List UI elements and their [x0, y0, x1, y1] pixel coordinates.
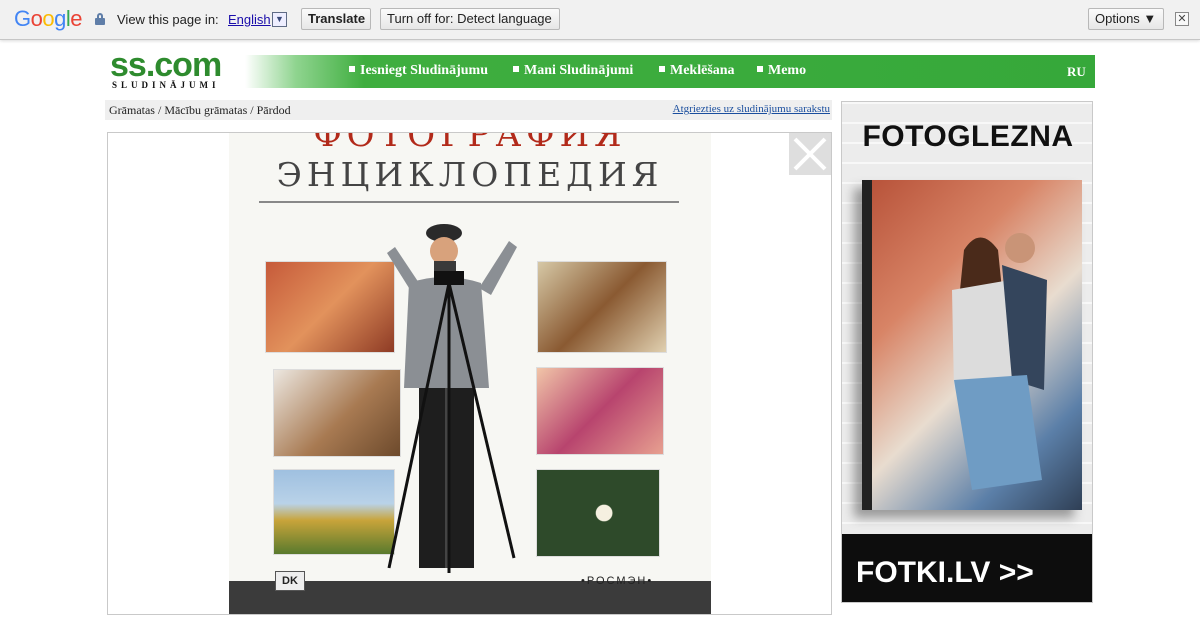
back-to-list-link[interactable]: Atgriezties uz sludinājumu sarakstu: [673, 103, 830, 115]
cover-image-butterfly: [537, 261, 667, 353]
bullet-icon: [349, 65, 355, 72]
nav-label: Memo: [768, 63, 807, 78]
book-title: ЭНЦИКЛОПЕДИЯ: [276, 155, 664, 194]
lock-icon: [95, 13, 105, 25]
nav-memo[interactable]: Memo: [757, 63, 806, 79]
google-logo-letter: o: [30, 6, 43, 31]
turn-off-button[interactable]: Turn off for: Detect language: [380, 8, 560, 30]
couple-figure: [952, 233, 1047, 490]
ad-canvas-image: [862, 180, 1082, 510]
nav-label: Iesniegt Sludinājumu: [360, 63, 488, 78]
google-logo-letter: o: [42, 6, 55, 31]
view-page-label: View this page in:: [117, 12, 219, 27]
site-brand-sub: SLUDINĀJUMI: [112, 80, 220, 90]
breadcrumb: Grāmatas / Mācību grāmatas / Pārdod Atgr…: [105, 100, 832, 120]
google-logo-letter: g: [54, 6, 66, 31]
publisher-name: •РОСМЭН•: [581, 575, 654, 587]
nav-label: Mani Sludinājumi: [524, 63, 634, 78]
language-select[interactable]: English: [228, 12, 271, 27]
divider: [259, 201, 679, 203]
advertisement-banner[interactable]: FOTOGLEZNA FOTKI.LV >>: [841, 101, 1093, 603]
nav-search[interactable]: Meklēšana: [659, 63, 735, 79]
close-icon[interactable]: ✕: [1175, 12, 1189, 26]
chevron-down-icon[interactable]: ▼: [272, 12, 287, 27]
close-icon[interactable]: [789, 133, 831, 175]
listing-photo[interactable]: ФОТОГРАФИЯ ЭНЦИКЛОПЕДИЯ DK •РОСМЭН•: [229, 133, 711, 614]
site-logo[interactable]: ss.com SLUDINĀJUMI: [110, 46, 240, 90]
ad-title: FOTOGLEZNA: [862, 120, 1074, 153]
cover-image-dancers: [536, 367, 664, 455]
google-logo-letter: G: [14, 6, 31, 31]
bullet-icon: [513, 65, 519, 72]
google-logo-letter: e: [70, 6, 83, 31]
translate-button[interactable]: Translate: [301, 8, 371, 30]
cover-image-landscape: [273, 469, 395, 555]
google-logo: Google: [14, 6, 83, 32]
nav-submit-ad[interactable]: Iesniegt Sludinājumu: [349, 63, 488, 79]
main-nav: Iesniegt Sludinājumu Mani Sludinājumi Me…: [245, 55, 1095, 88]
bullet-icon: [659, 65, 665, 72]
breadcrumb-path[interactable]: Grāmatas / Mācību grāmatas / Pārdod: [109, 103, 291, 118]
language-switch-ru[interactable]: RU: [1067, 64, 1086, 80]
publisher-mark: DK: [275, 571, 305, 591]
nav-my-ads[interactable]: Mani Sludinājumi: [513, 63, 633, 79]
ad-footer[interactable]: FOTKI.LV >>: [842, 534, 1092, 602]
translate-bar: Google View this page in: English ▼ Tran…: [0, 0, 1200, 40]
options-button[interactable]: Options ▼: [1088, 8, 1164, 30]
cover-image-lily: [536, 469, 660, 557]
book-title-top: ФОТОГРАФИЯ: [313, 133, 627, 155]
photographer-figure: [387, 224, 517, 573]
bullet-icon: [757, 65, 763, 72]
cover-image-portrait: [265, 261, 395, 353]
ad-footer-link[interactable]: FOTKI.LV >>: [856, 556, 1034, 590]
nav-label: Meklēšana: [670, 63, 735, 78]
